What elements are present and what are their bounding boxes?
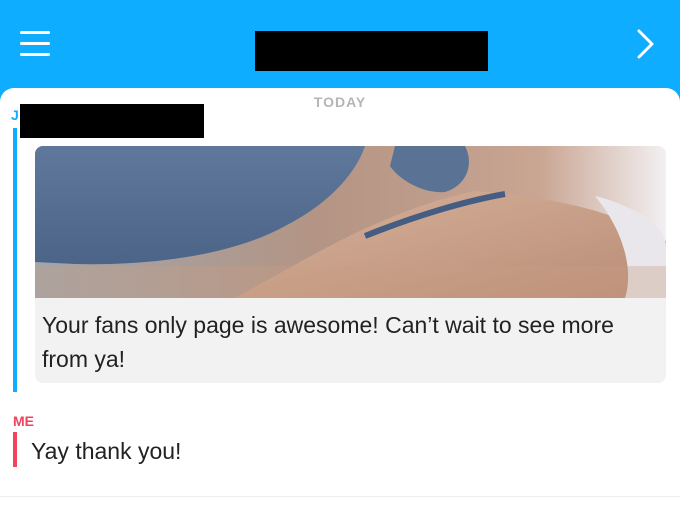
- top-bar: [0, 0, 680, 92]
- divider: [0, 496, 680, 497]
- menu-line: [20, 42, 50, 45]
- redacted-chat-title: [255, 31, 488, 71]
- menu-line: [20, 31, 50, 34]
- snap-image[interactable]: [35, 146, 666, 298]
- their-message-text: Your fans only page is awesome! Can’t wa…: [42, 312, 614, 372]
- their-message-bar: [13, 128, 17, 392]
- snap-caption: Your fans only page is awesome! Can’t wa…: [35, 298, 666, 383]
- chat-panel: TODAY J Your fans only page is awesome! …: [0, 88, 680, 509]
- my-message-text: Yay thank you!: [31, 438, 182, 464]
- snap-message-card[interactable]: Your fans only page is awesome! Can’t wa…: [35, 146, 666, 383]
- sender-name-fragment: J: [11, 107, 19, 123]
- my-message-bar: [13, 432, 17, 467]
- hamburger-menu-icon[interactable]: [20, 26, 50, 60]
- redacted-sender-name: [20, 104, 204, 138]
- menu-line: [20, 53, 50, 56]
- chevron-right-icon[interactable]: [632, 27, 658, 61]
- snapchat-chat-screen: TODAY J Your fans only page is awesome! …: [0, 0, 680, 509]
- my-sender-label: ME: [13, 413, 34, 429]
